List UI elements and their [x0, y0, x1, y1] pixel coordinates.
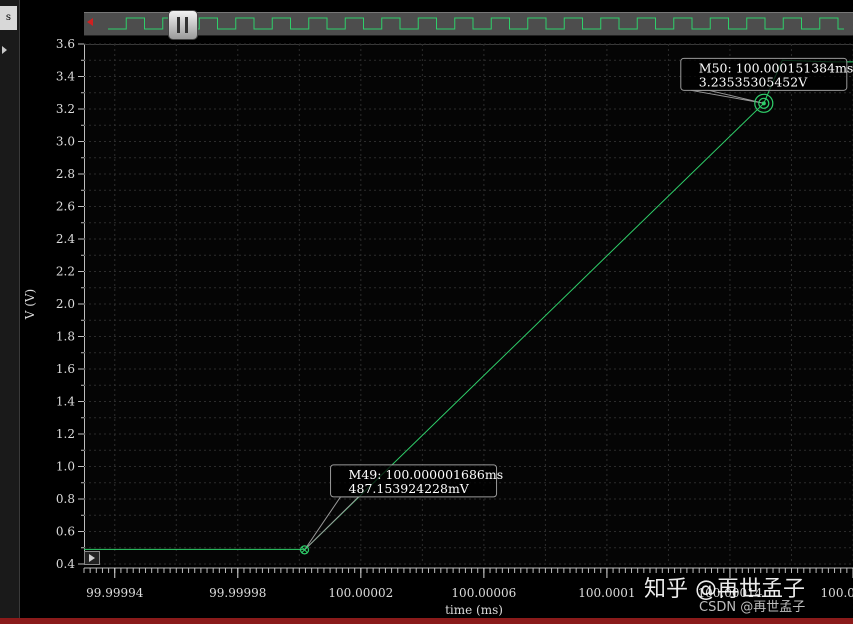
y-tick-label: 3.0 — [56, 135, 75, 149]
play-button[interactable] — [84, 551, 100, 565]
y-tick-label: 3.4 — [56, 70, 75, 84]
y-tick-label: 2.2 — [56, 265, 75, 279]
y-tick-label: 0.6 — [56, 525, 75, 539]
y-tick-label: 0.4 — [56, 557, 75, 571]
x-axis-title: time (ms) — [445, 603, 503, 617]
marker-y-value: 3.23535305452V — [699, 74, 808, 89]
y-tick-label: 2.4 — [56, 232, 75, 246]
y-tick-label: 3.2 — [56, 102, 75, 116]
marker-leader — [690, 89, 764, 104]
x-tick-label: 100.0001 — [578, 586, 635, 600]
x-tick-label: 100.00006 — [451, 586, 516, 600]
marker-x-value: M49: 100.000001686ms — [349, 467, 504, 482]
y-tick-label: 1.8 — [56, 330, 75, 344]
y-tick-label: 2.0 — [56, 297, 75, 311]
voltage-chart[interactable]: 0.4 0.6 0.8 1.0 1.2 1.4 1.6 1.8 2.0 2.2 2.4 2.6 2.8 3… — [0, 0, 853, 624]
y-tick-label: 1.0 — [56, 460, 75, 474]
y-axis-title: V (V) — [23, 289, 37, 321]
y-tick-label: 0.8 — [56, 492, 75, 506]
bottom-status-bar — [0, 618, 853, 624]
y-tick-label: 3.6 — [56, 37, 75, 51]
y-tick-label: 1.2 — [56, 427, 75, 441]
marker-leader — [304, 496, 360, 551]
x-tick-label: 99.99998 — [209, 586, 266, 600]
x-tick-label: 99.99994 — [86, 586, 144, 600]
y-tick-label: 2.8 — [56, 167, 75, 181]
y-tick-label: 2.6 — [56, 200, 75, 214]
y-tick-label: 1.4 — [56, 395, 75, 409]
x-tick-label: 100.00002 — [328, 586, 393, 600]
marker-point-icon — [761, 101, 766, 106]
marker-y-value: 487.153924228mV — [349, 481, 470, 496]
marker-x-value: M50: 100.000151384ms — [699, 60, 853, 75]
csdn-watermark: CSDN @再世孟子 — [699, 600, 806, 615]
y-tick-label: 1.6 — [56, 362, 75, 376]
x-tick-label: 100.00018 — [821, 586, 853, 600]
